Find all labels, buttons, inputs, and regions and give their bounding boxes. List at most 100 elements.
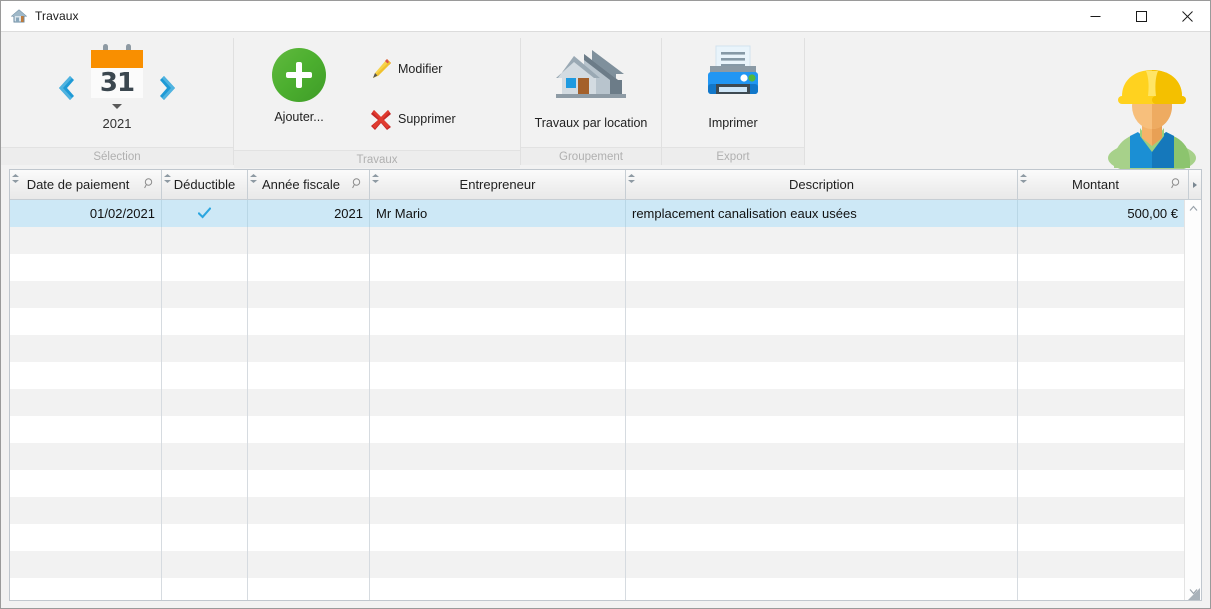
plus-circle-icon: [272, 48, 326, 102]
cell-empty: [10, 227, 162, 254]
red-cross-icon: [368, 106, 394, 132]
cell-empty: [248, 362, 370, 389]
chevron-right-icon[interactable]: [157, 71, 183, 105]
cell-empty: [1018, 335, 1184, 362]
title-bar: Travaux: [1, 1, 1210, 31]
table-row[interactable]: 01/02/2021 2021 Mr Mario remplacement ca…: [10, 200, 1184, 227]
column-menu-button[interactable]: [1189, 170, 1201, 200]
table-row-empty[interactable]: [10, 281, 1184, 308]
cell-empty: [10, 578, 162, 600]
cell-empty: [162, 389, 248, 416]
table-row-empty[interactable]: [10, 362, 1184, 389]
cell-empty: [370, 281, 626, 308]
cell-empty: [248, 470, 370, 497]
cell-empty: [10, 470, 162, 497]
ribbon-group-travaux: Ajouter... Modifier Supprimer Travaux: [234, 32, 520, 168]
cell-empty: [248, 335, 370, 362]
grid-empty-rows: [10, 227, 1184, 600]
filter-magnifier-icon[interactable]: [144, 177, 155, 192]
column-sort-grip-icon[interactable]: [372, 171, 379, 183]
cell-empty: [1018, 497, 1184, 524]
table-row-empty[interactable]: [10, 470, 1184, 497]
cell-empty: [1018, 578, 1184, 600]
column-sort-grip-icon[interactable]: [1020, 171, 1027, 183]
cell-empty: [162, 470, 248, 497]
scroll-up-button[interactable]: [1185, 200, 1202, 217]
cell-empty: [626, 578, 1018, 600]
cell-empty: [10, 416, 162, 443]
cell-empty: [1018, 416, 1184, 443]
cell-montant: 500,00 €: [1127, 206, 1178, 221]
column-header-deductible[interactable]: Déductible: [162, 170, 248, 200]
delete-button[interactable]: Supprimer: [364, 100, 460, 138]
table-row-empty[interactable]: [10, 497, 1184, 524]
group-label-groupement: Groupement: [521, 147, 661, 165]
ribbon-group-export: Imprimer Export: [662, 32, 804, 165]
cell-empty: [370, 227, 626, 254]
minimize-button[interactable]: [1072, 1, 1118, 31]
chevron-left-icon[interactable]: [51, 71, 77, 105]
table-row-empty[interactable]: [10, 227, 1184, 254]
cell-empty: [370, 470, 626, 497]
print-button-label: Imprimer: [708, 116, 758, 130]
window-controls: [1072, 1, 1210, 31]
column-sort-grip-icon[interactable]: [250, 171, 257, 183]
cell-empty: [248, 281, 370, 308]
edit-button[interactable]: Modifier: [364, 50, 460, 88]
cell-empty: [626, 308, 1018, 335]
column-sort-grip-icon[interactable]: [164, 171, 171, 183]
add-button[interactable]: Ajouter...: [234, 44, 364, 124]
table-row-empty[interactable]: [10, 416, 1184, 443]
cell-empty: [10, 254, 162, 281]
construction-worker-avatar: [1102, 62, 1202, 174]
cell-empty: [1018, 470, 1184, 497]
cell-deductible[interactable]: [162, 200, 248, 227]
filter-magnifier-icon[interactable]: [1171, 177, 1182, 192]
cell-empty: [1018, 254, 1184, 281]
cell-empty: [10, 281, 162, 308]
cell-empty: [626, 389, 1018, 416]
cell-empty: [248, 227, 370, 254]
cell-empty: [1018, 227, 1184, 254]
cell-empty: [162, 524, 248, 551]
calendar-day-box: 31: [91, 68, 143, 98]
date-selector[interactable]: 31 2021: [87, 44, 147, 131]
cell-empty: [10, 389, 162, 416]
table-row-empty[interactable]: [10, 389, 1184, 416]
table-row-empty[interactable]: [10, 308, 1184, 335]
cell-empty: [248, 497, 370, 524]
cell-empty: [626, 443, 1018, 470]
resize-grip-icon[interactable]: [1188, 587, 1200, 600]
table-row-empty[interactable]: [10, 443, 1184, 470]
print-button[interactable]: Imprimer: [662, 32, 804, 130]
vertical-scrollbar[interactable]: [1184, 200, 1201, 600]
maximize-button[interactable]: [1118, 1, 1164, 31]
table-row-empty[interactable]: [10, 551, 1184, 578]
cell-empty: [10, 335, 162, 362]
column-header-montant[interactable]: Montant: [1018, 170, 1189, 200]
column-header-annee-fiscale[interactable]: Année fiscale: [248, 170, 370, 200]
table-row-empty[interactable]: [10, 254, 1184, 281]
cell-empty: [162, 497, 248, 524]
window-title: Travaux: [35, 9, 79, 23]
travaux-par-location-button[interactable]: Travaux par location: [521, 32, 661, 130]
table-row-empty[interactable]: [10, 335, 1184, 362]
house-icon: [10, 8, 28, 24]
table-row-empty[interactable]: [10, 578, 1184, 600]
column-header-description[interactable]: Description: [626, 170, 1018, 200]
cell-empty: [162, 227, 248, 254]
table-row-empty[interactable]: [10, 524, 1184, 551]
column-sort-grip-icon[interactable]: [12, 171, 19, 183]
pencil-icon: [368, 56, 394, 82]
filter-magnifier-icon[interactable]: [352, 177, 363, 192]
calendar-icon[interactable]: 31: [87, 44, 147, 102]
calendar-dropdown-caret[interactable]: [112, 104, 122, 109]
column-sort-grip-icon[interactable]: [628, 171, 635, 183]
column-header-date-de-paiement[interactable]: Date de paiement: [10, 170, 162, 200]
column-header-entrepreneur[interactable]: Entrepreneur: [370, 170, 626, 200]
cell-empty: [626, 551, 1018, 578]
column-header-label: Montant: [1072, 177, 1119, 192]
close-button[interactable]: [1164, 1, 1210, 31]
cell-empty: [370, 497, 626, 524]
group-label-export: Export: [662, 147, 804, 165]
